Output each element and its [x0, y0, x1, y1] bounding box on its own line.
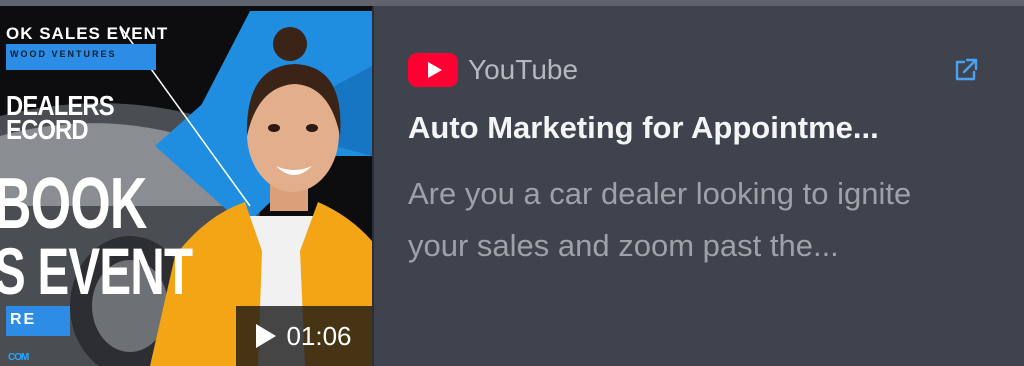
thumbnail-text-record: ECORD — [6, 114, 89, 145]
thumbnail-text-event: S EVENT — [0, 234, 193, 308]
video-thumbnail[interactable]: OK SALES EVENT WOOD VENTURES DEALERS ECO… — [0, 6, 374, 366]
source-name: YouTube — [468, 54, 579, 85]
video-duration-badge[interactable]: 01:06 — [236, 306, 372, 366]
play-icon — [256, 324, 277, 348]
video-duration: 01:06 — [286, 320, 352, 351]
youtube-logo-icon — [408, 53, 458, 87]
video-title[interactable]: Auto Marketing for Appointme... — [408, 110, 968, 146]
thumbnail-url-text: COM — [8, 352, 29, 363]
thumbnail-headline: OK SALES EVENT — [6, 24, 169, 43]
thumbnail-subline: WOOD VENTURES — [10, 49, 117, 59]
thumbnail-button-text: RE — [10, 311, 37, 328]
thumbnail-text-book: BOOK — [0, 164, 147, 244]
video-info: YouTube Auto Marketing for Appointme... … — [408, 6, 998, 366]
source-row: YouTube — [408, 52, 578, 88]
video-link-card[interactable]: OK SALES EVENT WOOD VENTURES DEALERS ECO… — [0, 0, 1024, 366]
video-description: Are you a car dealer looking to ignite y… — [408, 176, 912, 263]
external-link-icon[interactable] — [952, 56, 980, 84]
